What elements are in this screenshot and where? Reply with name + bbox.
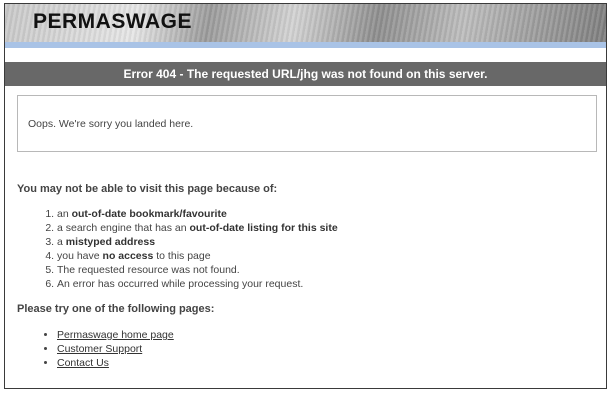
home-page-link[interactable]: Permaswage home page (57, 329, 174, 341)
reason-item: a search engine that has an out-of-date … (57, 221, 338, 235)
reason-item: you have no access to this page (57, 249, 338, 263)
reason-item: a mistyped address (57, 235, 338, 249)
customer-support-link[interactable]: Customer Support (57, 343, 142, 355)
notice-text: Oops. We're sorry you landed here. (28, 118, 194, 130)
reason-item: The requested resource was not found. (57, 263, 338, 277)
contact-us-link[interactable]: Contact Us (57, 357, 109, 369)
error-title: Error 404 - The requested URL/jhg was no… (123, 67, 488, 81)
header-gap (5, 48, 606, 62)
notice-box: Oops. We're sorry you landed here. (17, 95, 597, 152)
reasons-list: an out-of-date bookmark/favourite a sear… (17, 207, 338, 291)
link-item-home: Permaswage home page (57, 328, 174, 342)
reason-item: an out-of-date bookmark/favourite (57, 207, 338, 221)
reasons-heading: You may not be able to visit this page b… (17, 183, 278, 195)
page-frame: PERMASWAGE Error 404 - The requested URL… (4, 3, 607, 389)
link-item-contact: Contact Us (57, 356, 174, 370)
link-item-support: Customer Support (57, 342, 174, 356)
error-title-bar: Error 404 - The requested URL/jhg was no… (5, 62, 606, 86)
header-banner: PERMASWAGE (5, 4, 606, 42)
permaswage-logo[interactable]: PERMASWAGE (33, 10, 192, 34)
reason-item: An error has occurred while processing y… (57, 277, 338, 291)
alternatives-heading: Please try one of the following pages: (17, 303, 215, 315)
alternatives-list: Permaswage home page Customer Support Co… (17, 328, 174, 370)
